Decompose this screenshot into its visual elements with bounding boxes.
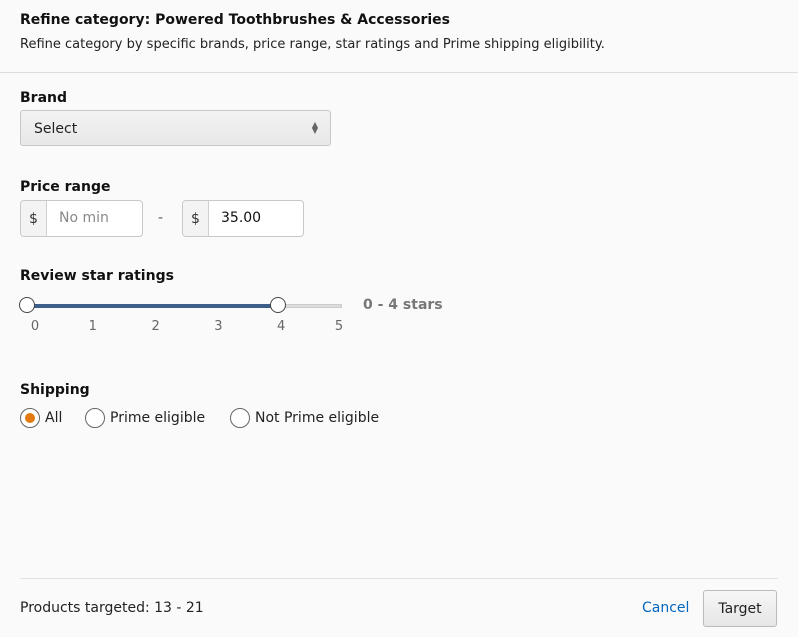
radio-label: All (45, 410, 63, 426)
footer-divider (20, 578, 778, 579)
shipping-option-prime[interactable]: Prime eligible (85, 408, 205, 428)
radio-dot (25, 413, 35, 423)
radio-label: Not Prime eligible (255, 410, 380, 426)
slider-max-handle[interactable] (270, 297, 287, 313)
slider-tick-label: 0 (30, 319, 40, 334)
radio-icon[interactable] (85, 408, 105, 428)
shipping-option-all[interactable]: All (20, 408, 62, 428)
rating-range-text: 0 - 4 stars (363, 297, 443, 313)
radio-selected-icon[interactable] (20, 408, 40, 428)
radio-icon[interactable] (230, 408, 250, 428)
brand-select[interactable]: Select ▲ ▼ (20, 110, 331, 146)
cancel-button[interactable]: Cancel (642, 600, 689, 616)
dialog-subtitle: Refine category by specific brands, pric… (20, 37, 605, 52)
shipping-label: Shipping (20, 382, 90, 398)
slider-tick-label: 5 (334, 319, 344, 334)
slider-tick-label: 4 (277, 319, 286, 334)
slider-tick-label: 3 (214, 319, 223, 334)
slider-fill (28, 304, 280, 308)
dialog-title: Refine category: Powered Toothbrushes & … (20, 12, 450, 28)
price-min-field[interactable]: $ No min (20, 200, 143, 237)
price-max-input[interactable]: 35.00 (209, 201, 303, 236)
price-max-field[interactable]: $ 35.00 (182, 200, 304, 237)
price-separator: - (158, 210, 164, 226)
currency-prefix: $ (21, 201, 47, 236)
rating-label: Review star ratings (20, 268, 174, 284)
products-targeted: Products targeted: 13 - 21 (20, 600, 204, 616)
shipping-option-not-prime[interactable]: Not Prime eligible (230, 408, 379, 428)
target-button[interactable]: Target (703, 590, 777, 627)
brand-label: Brand (20, 90, 68, 106)
price-range-label: Price range (20, 179, 111, 195)
radio-label: Prime eligible (110, 410, 206, 426)
price-min-input[interactable]: No min (47, 201, 142, 236)
sort-arrows-icon: ▲ ▼ (311, 120, 318, 135)
brand-select-value: Select (34, 121, 78, 137)
slider-tick-label: 2 (151, 319, 160, 334)
slider-min-handle[interactable] (19, 297, 35, 313)
header-divider (0, 72, 798, 73)
currency-prefix: $ (183, 201, 209, 236)
slider-tick-label: 1 (88, 319, 97, 334)
